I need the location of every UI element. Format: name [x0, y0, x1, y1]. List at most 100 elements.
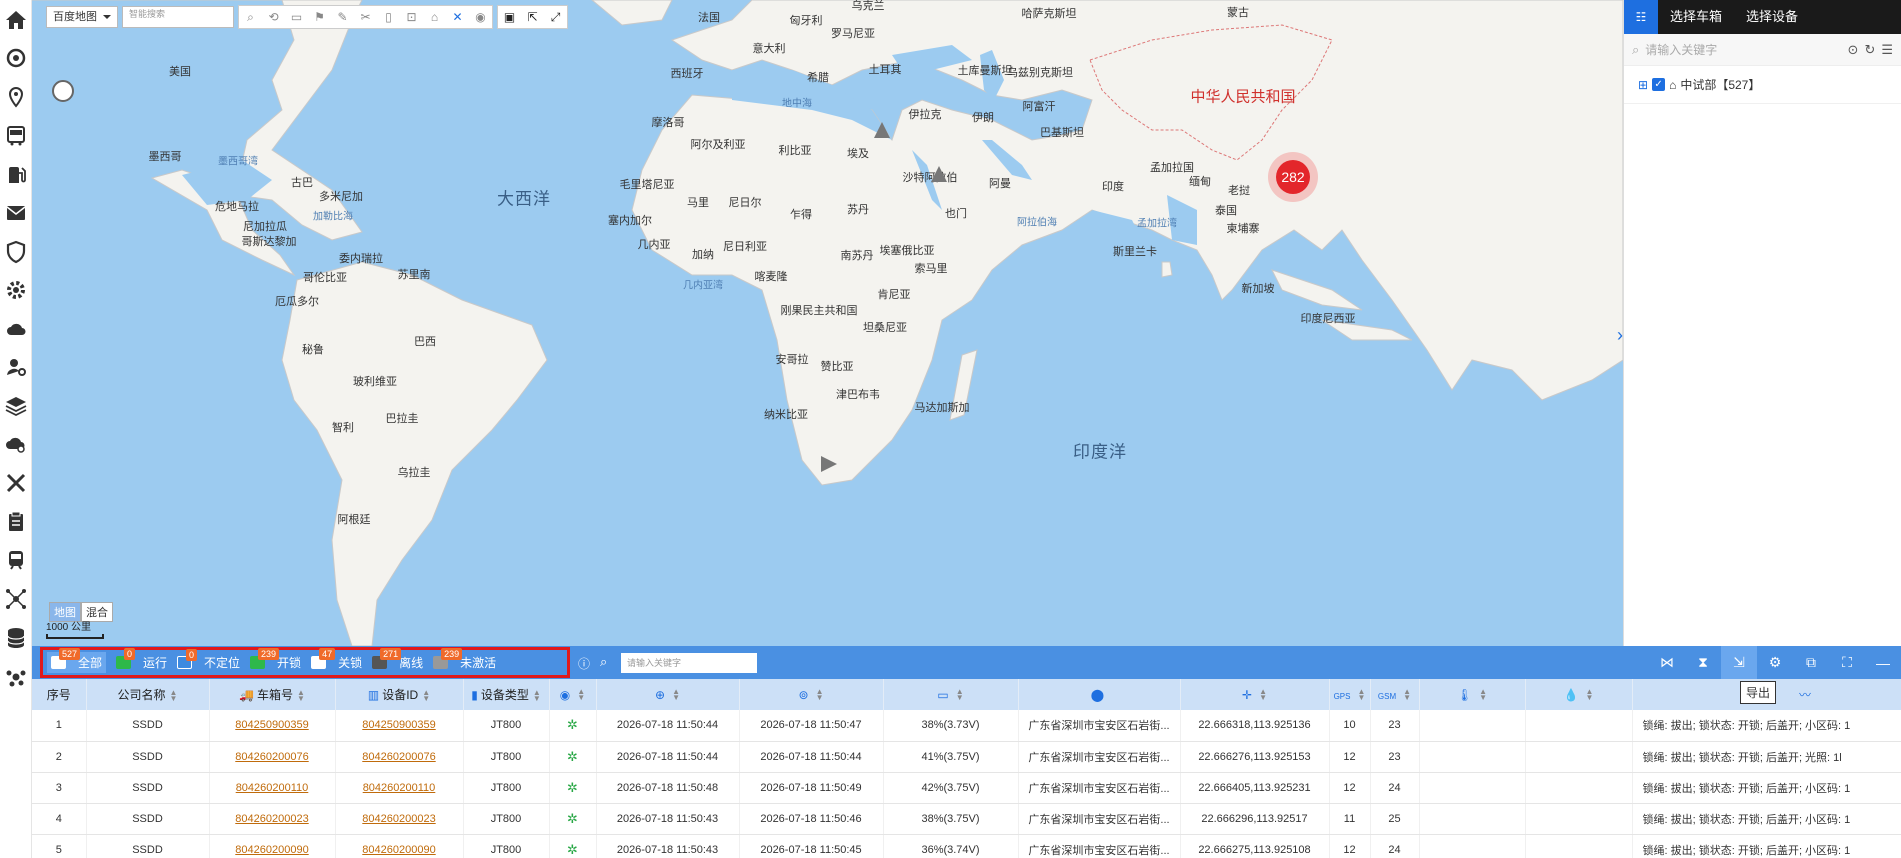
fullscreen-icon[interactable]: ⤢ [544, 6, 567, 28]
expand-icon[interactable]: ⊞ [1638, 78, 1648, 92]
col-coordinates[interactable]: ✛ ▲ ▼ [1180, 679, 1330, 710]
filter-running[interactable]: 0 运行 [116, 648, 167, 671]
map-view[interactable]: 法国 乌克兰 哈萨克斯坦 蒙古 匈牙利 罗马尼亚 意大利 美国 西班牙 希腊 土… [32, 0, 1623, 646]
clear-icon[interactable]: ✂ [354, 6, 377, 28]
export-icon[interactable]: ⇲ [1721, 646, 1757, 679]
monitor-icon[interactable] [4, 46, 28, 70]
vehicle-marker-icon[interactable] [52, 80, 74, 102]
col-humidity[interactable]: 💧 ▲ ▼ [1525, 679, 1633, 710]
camera-icon[interactable]: ⊡ [400, 6, 423, 28]
cloud-icon[interactable] [4, 317, 28, 341]
tree-node-root[interactable]: ⊞ ✓ ⌂ 中试部【527】 [1624, 66, 1901, 104]
settings-icon[interactable] [4, 278, 28, 302]
col-container-no[interactable]: 🚚 车箱号 ▲ ▼ [209, 679, 336, 710]
container-link[interactable]: 804260200090 [209, 834, 336, 858]
settings-icon[interactable]: ⚙ [1757, 646, 1793, 679]
export-icon[interactable]: ⇱ [521, 6, 544, 28]
chart-icon[interactable]: ⌂ [423, 6, 446, 28]
col-device-type[interactable]: ▮ 设备类型 ▲ ▼ [463, 679, 550, 710]
table-row[interactable]: 4 SSDD 804260200023 804260200023 JT800 ✲ 2026… [32, 803, 1901, 835]
col-gps[interactable]: GPS ▲ ▼ [1329, 679, 1371, 710]
device-link[interactable]: 804260200090 [335, 834, 464, 858]
flag-icon[interactable]: ⚑ [308, 6, 331, 28]
shield-icon[interactable] [4, 240, 28, 264]
tab-select-device[interactable]: 选择设备 [1734, 0, 1810, 34]
ruler-icon[interactable]: ▯ [377, 6, 400, 28]
database-icon[interactable] [4, 626, 28, 650]
container-link[interactable]: 804260200023 [209, 803, 336, 835]
map-label: 智利 [332, 422, 354, 434]
col-gsm[interactable]: GSM ▲ ▼ [1370, 679, 1420, 710]
filter-offline[interactable]: 271 离线 [372, 648, 423, 671]
info-icon[interactable]: ⓘ [578, 655, 590, 672]
col-gps-time[interactable]: ⊕ ▲ ▼ [596, 679, 740, 710]
filter-all[interactable]: 527 全部 [47, 648, 107, 673]
container-link[interactable]: 804260200076 [209, 741, 336, 773]
col-battery[interactable]: ▭ ▲ ▼ [883, 679, 1019, 710]
fuel-icon[interactable] [4, 163, 28, 187]
map-pin-icon[interactable] [4, 86, 28, 110]
table-row[interactable]: 5 SSDD 804260200090 804260200090 JT800 ✲ 2026… [32, 834, 1901, 858]
table-search-input[interactable]: 请输入关键字 [621, 653, 757, 673]
bus-icon[interactable] [4, 124, 28, 148]
list-view-icon[interactable]: ☷ [1624, 0, 1658, 34]
window-icon[interactable]: ⧉ [1793, 646, 1829, 679]
map-label: 伊朗 [972, 112, 994, 124]
rectangle-icon[interactable]: ▭ [285, 6, 308, 28]
count-badge: 271 [380, 648, 402, 660]
mail-icon[interactable] [4, 201, 28, 225]
layers-icon[interactable] [4, 394, 28, 418]
filter-locked[interactable]: 47 关锁 [311, 648, 362, 671]
cluster-icon[interactable] [4, 665, 28, 689]
share-icon[interactable]: ⋈ [1649, 646, 1685, 679]
clipboard-icon[interactable] [4, 510, 28, 534]
col-index[interactable]: 序号 [32, 679, 87, 710]
user-settings-icon[interactable] [4, 355, 28, 379]
fullscreen-icon[interactable]: ⛶ [1829, 646, 1865, 679]
table-row[interactable]: 1 SSDD 804250900359 804250900359 JT800 ✲ 2026… [32, 710, 1901, 742]
location-icon[interactable]: ◉ [469, 6, 492, 28]
checkbox-checked[interactable]: ✓ [1652, 78, 1666, 91]
filter-no-location[interactable]: 0 不定位 [177, 649, 240, 671]
minimize-icon[interactable]: — [1865, 646, 1901, 679]
crosshair-icon[interactable]: ✕ [446, 6, 469, 28]
map-type-select[interactable]: 百度地图 [46, 6, 118, 28]
network-icon[interactable] [4, 587, 28, 611]
filter-inactive[interactable]: 239 未激活 [433, 648, 496, 671]
search-icon[interactable]: ⌕ [600, 654, 607, 670]
device-link[interactable]: 804260200076 [335, 741, 464, 773]
table-row[interactable]: 3 SSDD 804260200110 804260200110 JT800 ✲ 2026… [32, 772, 1901, 804]
route-icon[interactable]: ⟲ [262, 6, 285, 28]
tab-select-container[interactable]: 选择车箱 [1658, 0, 1734, 34]
table-row[interactable]: 2 SSDD 804260200076 804260200076 JT800 ✲ 2026… [32, 741, 1901, 773]
train-icon[interactable] [4, 548, 28, 572]
brush-icon[interactable]: ✎ [331, 6, 354, 28]
col-temperature[interactable]: 🌡 ▲ ▼ [1419, 679, 1526, 710]
home-icon[interactable] [4, 8, 28, 32]
search-area-icon[interactable]: ⌕ [239, 6, 262, 28]
col-company[interactable]: 公司名称 ▲ ▼ [86, 679, 210, 710]
menu-icon[interactable]: ☰ [1881, 42, 1893, 58]
device-link[interactable]: 804260200023 [335, 803, 464, 835]
device-link[interactable]: 804250900359 [335, 710, 464, 742]
smart-search-input[interactable]: 智能搜索 [122, 6, 234, 28]
keyword-search-input[interactable]: 请输入关键字 [1645, 41, 1847, 58]
refresh-icon[interactable]: ↻ [1864, 42, 1875, 58]
vehicle-marker-icon[interactable] [821, 456, 837, 472]
vehicle-marker-icon[interactable] [874, 122, 890, 138]
col-status[interactable]: ◉ ▲ ▼ [549, 679, 597, 710]
vehicle-marker-icon[interactable] [931, 166, 947, 182]
search-filter-icon[interactable]: ⊙ [1848, 42, 1859, 58]
save-icon[interactable]: ▣ [498, 6, 521, 28]
vehicle-cluster[interactable]: 282 [1276, 160, 1310, 194]
hourglass-icon[interactable]: ⧗ [1685, 646, 1721, 679]
cloud-settings-icon[interactable] [4, 432, 28, 456]
container-link[interactable]: 804250900359 [209, 710, 336, 742]
tools-icon[interactable] [4, 471, 28, 495]
col-comm-time[interactable]: ⊚ ▲ ▼ [739, 679, 884, 710]
container-link[interactable]: 804260200110 [209, 772, 336, 804]
col-device-id[interactable]: ▥ 设备ID ▲ ▼ [335, 679, 464, 710]
device-link[interactable]: 804260200110 [335, 772, 464, 804]
filter-unlocked[interactable]: 239 开锁 [250, 648, 301, 671]
col-address[interactable]: ⬤ [1018, 679, 1181, 710]
